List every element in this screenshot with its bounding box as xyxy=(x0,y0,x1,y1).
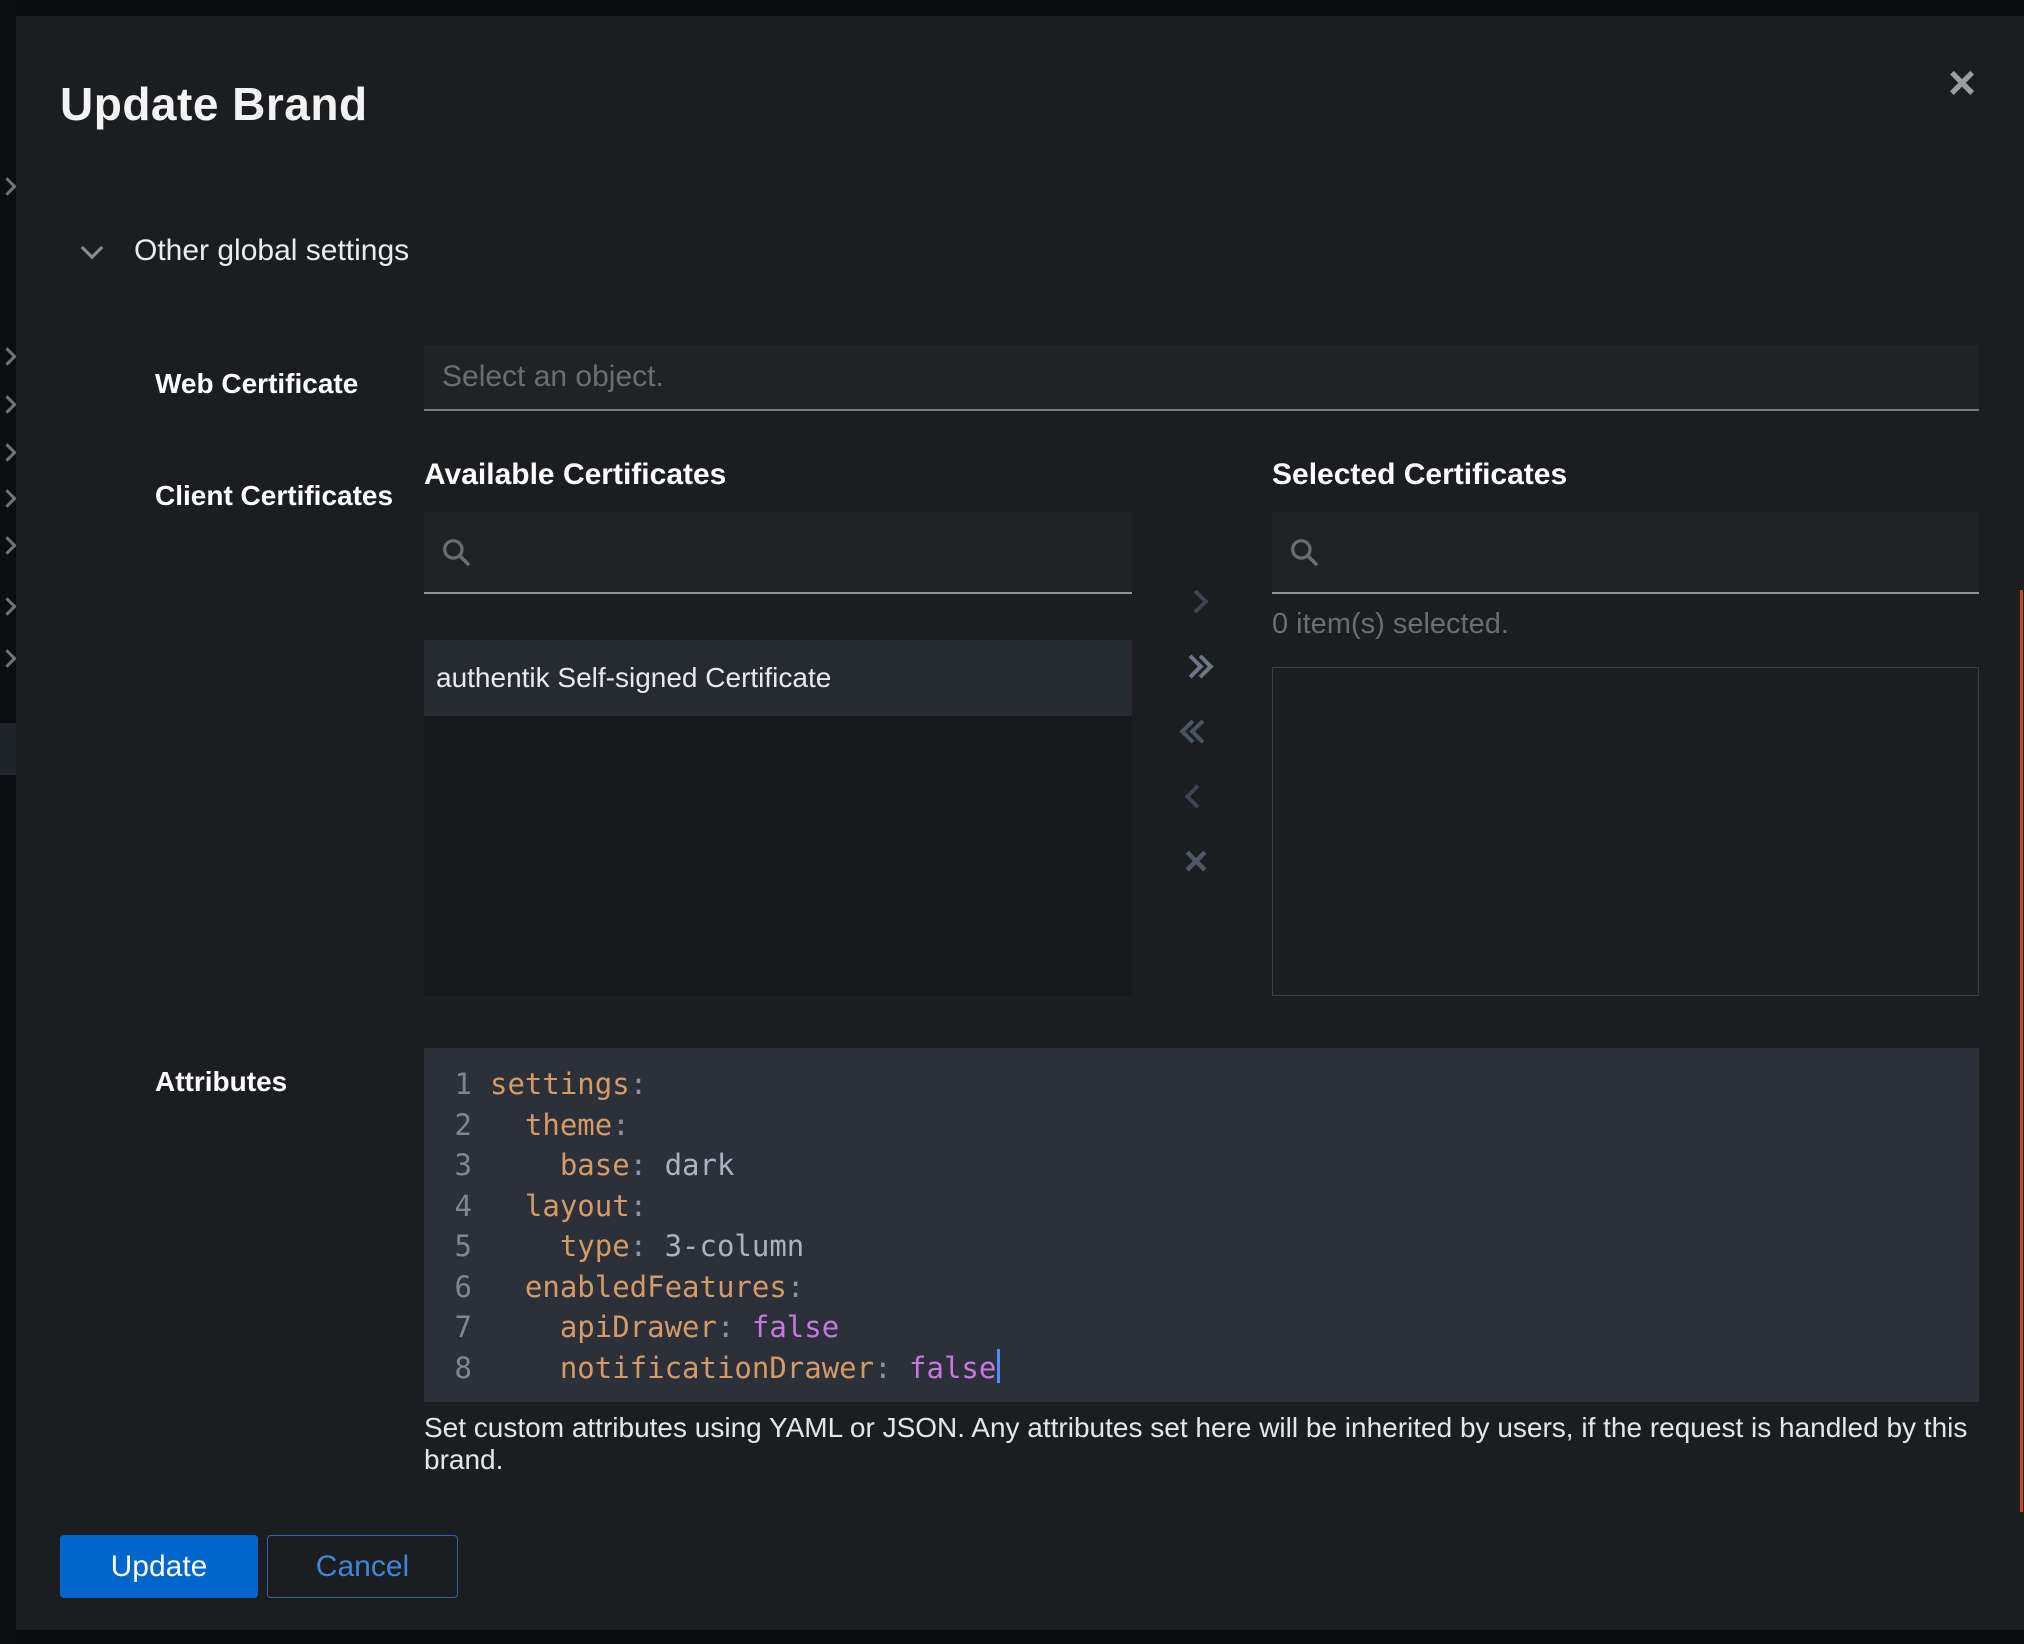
page-title: Update Brand xyxy=(60,77,368,131)
screen: Update Brand × Other global settings Web… xyxy=(0,0,2024,1644)
available-certificates-list: authentik Self-signed Certificate xyxy=(424,640,1132,996)
chevron-right-icon xyxy=(1,539,14,557)
web-certificate-label: Web Certificate xyxy=(155,368,358,400)
available-certificates-header: Available Certificates xyxy=(424,458,726,492)
background-highlight-row xyxy=(0,723,16,775)
code-line: 4 layout: xyxy=(438,1186,1979,1227)
search-icon xyxy=(1288,536,1320,568)
attributes-code-editor[interactable]: 1 settings: 2 theme: 3 base:dark 4 layou… xyxy=(424,1048,1979,1402)
code-line: 7 apiDrawer:false xyxy=(438,1307,1979,1348)
chevron-down-icon xyxy=(81,237,104,260)
chevron-right-icon xyxy=(1,350,14,368)
chevron-right-icon xyxy=(1184,589,1208,613)
chevron-right-icon xyxy=(1,398,14,416)
selected-certificates-list[interactable] xyxy=(1272,667,1979,996)
text-cursor xyxy=(997,1349,1000,1383)
certificate-name: authentik Self-signed Certificate xyxy=(436,662,831,694)
selected-search xyxy=(1272,512,1979,594)
chevron-right-icon xyxy=(1,492,14,510)
cancel-button[interactable]: Cancel xyxy=(267,1535,458,1598)
close-icon[interactable]: × xyxy=(1932,54,1992,114)
available-certificate-item[interactable]: authentik Self-signed Certificate xyxy=(424,640,1132,716)
code-line: 1 settings: xyxy=(438,1064,1979,1105)
chevron-right-icon xyxy=(1,600,14,618)
chevron-right-icon xyxy=(1,446,14,464)
transfer-add-all-button[interactable] xyxy=(1168,642,1224,690)
background-page-strip xyxy=(0,0,16,1644)
code-line: 2 theme: xyxy=(438,1105,1979,1146)
selected-count-status: 0 item(s) selected. xyxy=(1272,608,1509,641)
attributes-help-text: Set custom attributes using YAML or JSON… xyxy=(424,1412,1984,1476)
code-line: 3 base:dark xyxy=(438,1145,1979,1186)
selected-certificates-header: Selected Certificates xyxy=(1272,458,1567,492)
selected-search-input[interactable] xyxy=(1334,534,1963,570)
search-icon xyxy=(440,536,472,568)
section-toggle-label: Other global settings xyxy=(134,234,409,268)
double-chevron-left-icon xyxy=(1183,723,1210,740)
right-edge-accent-line xyxy=(2020,590,2023,1512)
transfer-clear-button[interactable]: × xyxy=(1168,837,1224,885)
transfer-remove-all-button[interactable] xyxy=(1168,707,1224,755)
attributes-label: Attributes xyxy=(155,1066,287,1098)
code-line: 8 notificationDrawer:false xyxy=(438,1348,1979,1389)
double-chevron-right-icon xyxy=(1183,658,1210,675)
transfer-add-selected-button[interactable] xyxy=(1168,577,1224,625)
section-toggle-other-global-settings[interactable]: Other global settings xyxy=(76,226,417,276)
chevron-right-icon xyxy=(1,652,14,670)
update-button[interactable]: Update xyxy=(60,1535,258,1598)
code-line: 6 enabledFeatures: xyxy=(438,1267,1979,1308)
available-search xyxy=(424,512,1132,594)
code-line: 5 type:3-column xyxy=(438,1226,1979,1267)
transfer-remove-selected-button[interactable] xyxy=(1168,772,1224,820)
client-certificates-label: Client Certificates xyxy=(155,480,393,512)
chevron-left-icon xyxy=(1184,784,1208,808)
chevron-right-icon xyxy=(1,180,14,198)
update-brand-modal: Update Brand × Other global settings Web… xyxy=(16,16,2024,1630)
web-certificate-input[interactable] xyxy=(424,345,1979,411)
available-search-input[interactable] xyxy=(486,534,1116,570)
